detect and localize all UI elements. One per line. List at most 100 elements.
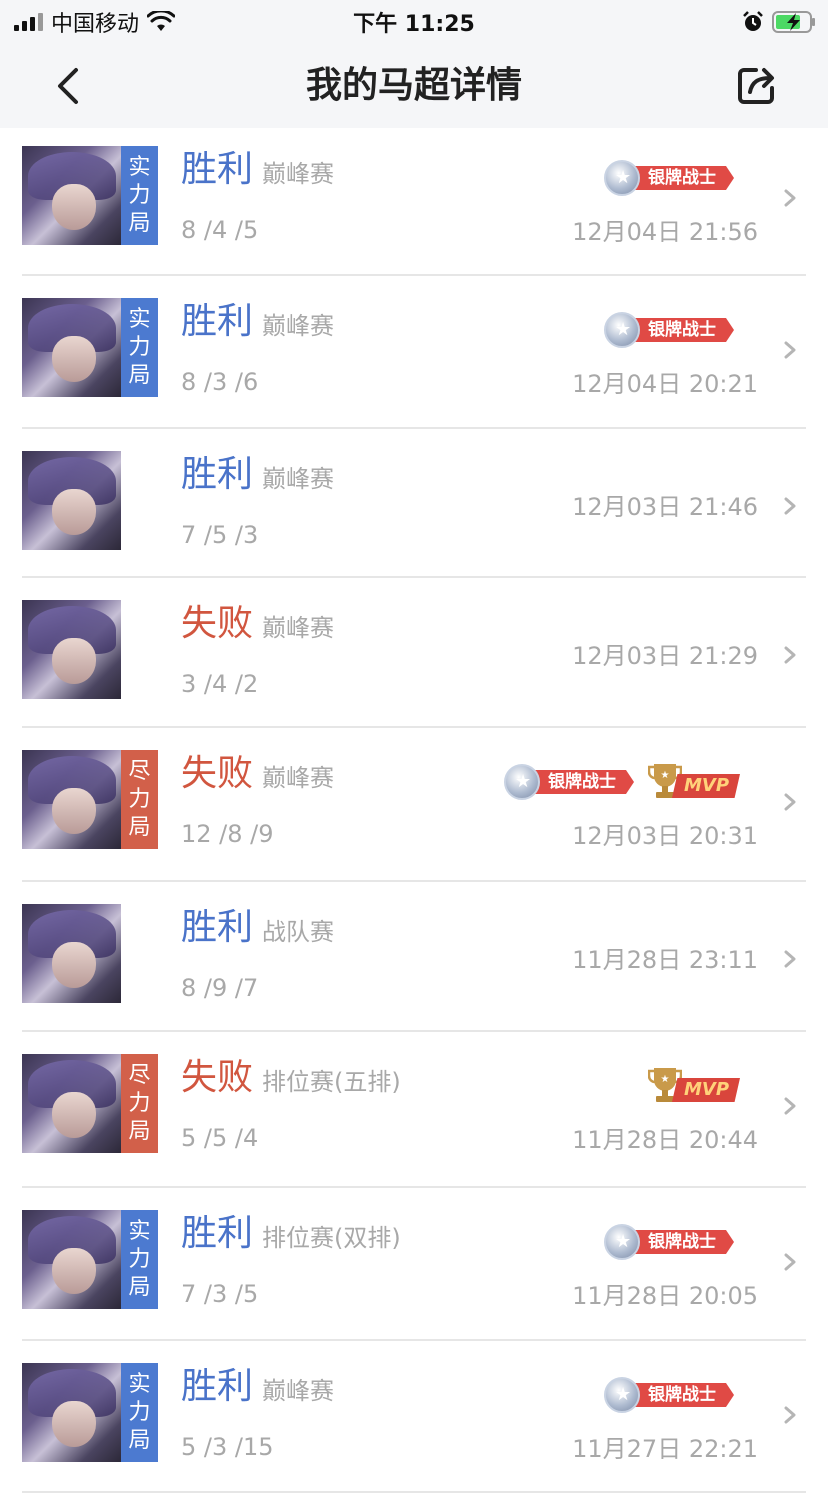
match-kda: 5 /5 /4: [181, 1124, 259, 1152]
match-date: 11月28日 20:44: [572, 1126, 758, 1154]
hero-avatar: [22, 451, 121, 550]
match-mode: 排位赛(五排): [262, 1068, 401, 1096]
badge-char: 尽: [128, 758, 151, 784]
match-mode: 巅峰赛: [262, 614, 334, 642]
match-result: 胜利: [181, 454, 254, 495]
hero-avatar: [22, 298, 121, 397]
silver-warrior-medal: 银牌战士 ★: [604, 312, 738, 348]
chevron-right-icon[interactable]: [782, 949, 798, 969]
badge-char: 力: [128, 1090, 151, 1116]
chevron-right-icon[interactable]: [782, 1096, 798, 1116]
match-date: 12月04日 20:21: [572, 370, 758, 398]
chevron-right-icon[interactable]: [782, 792, 798, 812]
hero-avatar: [22, 1363, 121, 1462]
match-date: 11月28日 20:05: [572, 1282, 758, 1310]
badge-char: 尽: [128, 1062, 151, 1088]
match-result: 失败: [181, 753, 254, 794]
medal-label: 银牌战士: [648, 1232, 716, 1252]
page-title: 我的马超详情: [305, 65, 522, 106]
share-button[interactable]: [736, 64, 778, 106]
mvp-badge: ★ MVP: [646, 762, 742, 802]
hero-avatar: [22, 904, 121, 1003]
badge-char: 力: [128, 182, 151, 208]
match-result: 胜利: [181, 907, 254, 948]
svg-text:★: ★: [661, 770, 670, 781]
mvp-badge: ★ MVP: [646, 1066, 742, 1106]
chevron-right-icon[interactable]: [782, 188, 798, 208]
chevron-right-icon[interactable]: [782, 340, 798, 360]
hero-avatar: [22, 146, 121, 245]
match-date: 12月03日 21:29: [572, 642, 758, 670]
match-mode: 巅峰赛: [262, 312, 334, 340]
match-mode: 巅峰赛: [262, 764, 334, 792]
mvp-label: MVP: [684, 775, 730, 796]
match-tag-badge: 实力局: [121, 298, 158, 397]
match-mode: 排位赛(双排): [262, 1224, 401, 1252]
match-result: 失败: [181, 603, 254, 644]
chevron-right-icon[interactable]: [782, 496, 798, 516]
match-row[interactable]: 尽力局 失败 巅峰赛 12 /8 /9 12月03日 20:31 银牌战士 ★ ★ MVP: [0, 728, 828, 882]
match-tag-badge: 实力局: [121, 1210, 158, 1309]
match-row[interactable]: 胜利 战队赛 8 /9 /7 11月28日 23:11: [0, 882, 828, 1032]
badge-char: 实: [128, 1218, 151, 1244]
match-row[interactable]: 实力局胜利 巅峰赛 5 /3 /15 11月27日 22:21 银牌战士 ★: [0, 1341, 828, 1493]
badge-char: 力: [128, 334, 151, 360]
match-date: 12月03日 20:31: [572, 822, 758, 850]
badge-char: 局: [128, 1274, 151, 1300]
match-date: 11月27日 22:21: [572, 1435, 758, 1463]
match-result: 胜利: [181, 1366, 254, 1407]
mvp-label: MVP: [684, 1079, 730, 1100]
match-kda: 8 /9 /7: [181, 974, 259, 1002]
match-kda: 3 /4 /2: [181, 670, 259, 698]
star-icon: ★: [604, 312, 640, 348]
badge-char: 局: [128, 362, 151, 388]
match-row[interactable]: 实力局胜利 巅峰赛 8 /4 /5 12月04日 21:56 银牌战士 ★: [0, 128, 828, 276]
badge-char: 实: [128, 306, 151, 332]
chevron-right-icon[interactable]: [782, 1405, 798, 1425]
chevron-right-icon[interactable]: [782, 1252, 798, 1272]
battery-icon: [772, 11, 815, 33]
match-kda: 12 /8 /9: [181, 820, 274, 848]
match-date: 12月04日 21:56: [572, 218, 758, 246]
silver-warrior-medal: 银牌战士 ★: [504, 764, 638, 800]
badge-char: 局: [128, 1118, 151, 1144]
match-mode: 战队赛: [262, 918, 334, 946]
match-kda: 5 /3 /15: [181, 1433, 274, 1461]
match-row[interactable]: 实力局胜利 排位赛(双排) 7 /3 /5 11月28日 20:05 银牌战士 ★: [0, 1188, 828, 1341]
match-row[interactable]: 实力局胜利 巅峰赛 8 /3 /6 12月04日 20:21 银牌战士 ★: [0, 276, 828, 429]
star-icon: ★: [604, 1224, 640, 1260]
match-kda: 8 /3 /6: [181, 368, 259, 396]
hero-avatar: [22, 750, 121, 849]
medal-label: 银牌战士: [648, 320, 716, 340]
match-tag-badge: 实力局: [121, 146, 158, 245]
match-row[interactable]: 尽力局 失败 排位赛(五排) 5 /5 /4 11月28日 20:44 ★ MVP: [0, 1032, 828, 1188]
badge-char: 实: [128, 1371, 151, 1397]
chevron-right-icon[interactable]: [782, 645, 798, 665]
star-icon: ★: [504, 764, 540, 800]
badge-char: 力: [128, 1246, 151, 1272]
medal-label: 银牌战士: [648, 168, 716, 188]
match-date: 12月03日 21:46: [572, 493, 758, 521]
match-result: 胜利: [181, 149, 254, 190]
status-bar: 中国移动 下午 11:25: [0, 0, 828, 44]
match-list: 实力局胜利 巅峰赛 8 /4 /5 12月04日 21:56 银牌战士 ★ 实力局胜利 巅峰赛…: [0, 128, 828, 1493]
match-kda: 8 /4 /5: [181, 216, 259, 244]
medal-label: 银牌战士: [648, 1385, 716, 1405]
silver-warrior-medal: 银牌战士 ★: [604, 1224, 738, 1260]
medal-label: 银牌战士: [548, 772, 616, 792]
silver-warrior-medal: 银牌战士 ★: [604, 1377, 738, 1413]
match-mode: 巅峰赛: [262, 160, 334, 188]
match-result: 失败: [181, 1057, 254, 1098]
badge-char: 局: [128, 814, 151, 840]
hero-avatar: [22, 600, 121, 699]
match-mode: 巅峰赛: [262, 465, 334, 493]
match-result: 胜利: [181, 301, 254, 342]
badge-char: 力: [128, 786, 151, 812]
match-row[interactable]: 失败 巅峰赛 3 /4 /2 12月03日 21:29: [0, 578, 828, 728]
badge-char: 实: [128, 154, 151, 180]
match-result: 胜利: [181, 1213, 254, 1254]
match-row[interactable]: 胜利 巅峰赛 7 /5 /3 12月03日 21:46: [0, 429, 828, 578]
match-tag-badge: 实力局: [121, 1363, 158, 1462]
hero-avatar: [22, 1210, 121, 1309]
navigation-bar: 我的马超详情: [0, 44, 828, 128]
